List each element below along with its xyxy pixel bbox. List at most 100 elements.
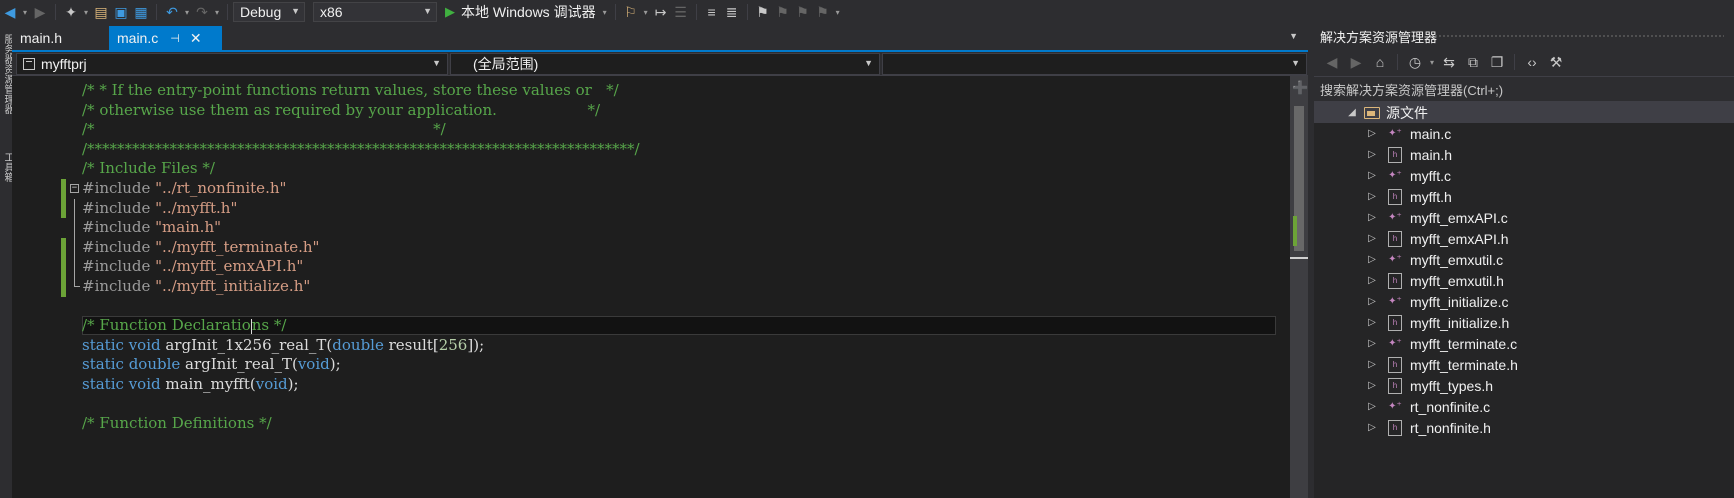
- show-all-files-icon[interactable]: ❐: [1485, 52, 1509, 72]
- collapsed-triangle-icon[interactable]: ▷: [1366, 359, 1378, 370]
- header-file-icon: h: [1388, 314, 1402, 331]
- collapsed-triangle-icon[interactable]: ▷: [1366, 275, 1378, 286]
- tabs-dropdown-icon[interactable]: ▼: [1289, 31, 1298, 41]
- platform-select[interactable]: x86 ▼: [313, 2, 437, 22]
- collapse-all-icon[interactable]: ⧉: [1461, 52, 1485, 72]
- file-label: myfft_types.h: [1410, 377, 1494, 394]
- tree-file-item[interactable]: ▷ ✦⁺ myfft_emxutil.c: [1314, 249, 1734, 270]
- collapsed-triangle-icon[interactable]: ▷: [1366, 296, 1378, 307]
- breakpoint-icon[interactable]: ☰: [671, 2, 691, 22]
- history-icon[interactable]: ◷: [1403, 52, 1427, 72]
- tree-file-item[interactable]: ▷ ✦⁺ myfft_terminate.c: [1314, 333, 1734, 354]
- header-file-icon: h: [1388, 419, 1402, 436]
- collapse-icon[interactable]: −: [70, 183, 79, 193]
- clear-bookmarks-icon[interactable]: ⚑: [813, 2, 833, 22]
- start-debug-button[interactable]: ▶ 本地 Windows 调试器 ▾: [445, 2, 610, 22]
- back-icon[interactable]: ◀: [0, 2, 20, 22]
- forward-icon[interactable]: ▶: [30, 2, 50, 22]
- code-text: static void argInit_1x256_real_T(double …: [82, 335, 485, 354]
- code-editor[interactable]: /* * If the entry-point functions return…: [12, 76, 1308, 498]
- tree-file-item[interactable]: ▷ h myfft_emxutil.h: [1314, 270, 1734, 291]
- solution-search-input[interactable]: 搜索解决方案资源管理器(Ctrl+;): [1314, 76, 1734, 102]
- next-bookmark-icon[interactable]: ⚑: [793, 2, 813, 22]
- collapsed-triangle-icon[interactable]: ▷: [1366, 338, 1378, 349]
- tab-main-h[interactable]: main.h: [12, 26, 109, 50]
- collapsed-triangle-icon[interactable]: ▷: [1366, 380, 1378, 391]
- collapsed-triangle-icon[interactable]: ▷: [1366, 401, 1378, 412]
- collapsed-triangle-icon[interactable]: ▷: [1366, 422, 1378, 433]
- tree-file-item[interactable]: ▷ h myfft_emxAPI.h: [1314, 228, 1734, 249]
- save-icon[interactable]: ▣: [111, 2, 131, 22]
- close-icon[interactable]: ✕: [190, 30, 202, 47]
- scope-select[interactable]: (全局范围) ▼: [450, 52, 880, 75]
- header-file-icon: h: [1388, 377, 1402, 394]
- tree-file-item[interactable]: ▷ ✦⁺ main.c: [1314, 123, 1734, 144]
- history-dropdown-icon[interactable]: ▾: [1427, 58, 1437, 67]
- sync-icon[interactable]: ⇆: [1437, 52, 1461, 72]
- collapsed-triangle-icon[interactable]: ▷: [1366, 233, 1378, 244]
- step-icon[interactable]: ↦: [651, 2, 671, 22]
- find-in-files-icon[interactable]: ⚐: [621, 2, 641, 22]
- vertical-scrollbar[interactable]: ➕: [1290, 76, 1308, 498]
- tree-file-item[interactable]: ▷ ✦⁺ myfft.c: [1314, 165, 1734, 186]
- collapsed-triangle-icon[interactable]: ▷: [1366, 254, 1378, 265]
- navigation-bar: myfftprj ▼ (全局范围) ▼ ▼: [12, 52, 1308, 76]
- new-project-icon[interactable]: ✦: [61, 2, 81, 22]
- undo-icon[interactable]: ↶: [162, 2, 182, 22]
- expanded-triangle-icon[interactable]: ◢: [1346, 107, 1358, 118]
- member-select[interactable]: ▼: [882, 52, 1307, 75]
- collapsed-triangle-icon[interactable]: ▷: [1366, 317, 1378, 328]
- save-all-icon[interactable]: ▦: [131, 2, 151, 22]
- folder-icon: [1364, 106, 1380, 119]
- tree-file-item[interactable]: ▷ ✦⁺ rt_nonfinite.c: [1314, 396, 1734, 417]
- find-dropdown-icon[interactable]: ▾: [641, 8, 651, 17]
- tree-file-item[interactable]: ▷ h main.h: [1314, 144, 1734, 165]
- collapsed-triangle-icon[interactable]: ▷: [1366, 149, 1378, 160]
- undo-dropdown-icon[interactable]: ▾: [182, 8, 192, 17]
- view-code-icon[interactable]: ‹›: [1520, 52, 1544, 72]
- project-select[interactable]: myfftprj ▼: [16, 52, 448, 75]
- tree-file-item[interactable]: ▷ h myfft_terminate.h: [1314, 354, 1734, 375]
- run-dropdown-icon[interactable]: ▾: [600, 8, 610, 17]
- collapsed-triangle-icon[interactable]: ▷: [1366, 191, 1378, 202]
- back-dropdown-icon[interactable]: ▾: [20, 8, 30, 17]
- toolbar-overflow-icon[interactable]: ▾: [833, 8, 843, 17]
- tree-file-item[interactable]: ▷ h myfft.h: [1314, 186, 1734, 207]
- tree-folder-source-files[interactable]: ◢ 源文件: [1314, 102, 1734, 123]
- collapsed-triangle-icon[interactable]: ▷: [1366, 212, 1378, 223]
- config-select[interactable]: Debug ▼: [233, 2, 305, 22]
- uncomment-icon[interactable]: ≣: [722, 2, 742, 22]
- left-tool-strip: 服务器资源管理器 工具箱: [0, 24, 13, 498]
- split-window-icon[interactable]: ➕: [1292, 80, 1308, 96]
- file-label: myfft_initialize.h: [1410, 314, 1510, 331]
- code-lines[interactable]: /* * If the entry-point functions return…: [36, 81, 1280, 434]
- solution-explorer-toolbar: ◀ ▶ ⌂ ◷ ▾ ⇆ ⧉ ❐ ‹› ⚒: [1314, 48, 1734, 76]
- properties-icon[interactable]: ⚒: [1544, 52, 1568, 72]
- c-source-file-icon: ✦⁺: [1388, 254, 1402, 265]
- comment-out-icon[interactable]: ≡: [702, 2, 722, 22]
- new-project-dropdown-icon[interactable]: ▾: [81, 8, 91, 17]
- tree-file-item[interactable]: ▷ h rt_nonfinite.h: [1314, 417, 1734, 438]
- header-file-icon: h: [1388, 356, 1402, 373]
- tree-file-item[interactable]: ▷ ✦⁺ myfft_emxAPI.c: [1314, 207, 1734, 228]
- file-label: main.h: [1410, 146, 1453, 163]
- redo-icon[interactable]: ↷: [192, 2, 212, 22]
- open-folder-icon[interactable]: ▤: [91, 2, 111, 22]
- redo-dropdown-icon[interactable]: ▾: [212, 8, 222, 17]
- back-icon[interactable]: ◀: [1320, 52, 1344, 72]
- bookmark-icon[interactable]: ⚑: [753, 2, 773, 22]
- code-text: #include "main.h": [82, 218, 222, 237]
- pin-icon[interactable]: ⊣: [170, 32, 180, 45]
- tab-main-c[interactable]: main.c ⊣ ✕: [109, 26, 222, 50]
- collapsed-triangle-icon[interactable]: ▷: [1366, 128, 1378, 139]
- tree-file-item[interactable]: ▷ ✦⁺ myfft_initialize.c: [1314, 291, 1734, 312]
- forward-icon[interactable]: ▶: [1344, 52, 1368, 72]
- tree-file-item[interactable]: ▷ h myfft_initialize.h: [1314, 312, 1734, 333]
- indicator-margin: [12, 76, 36, 498]
- home-icon[interactable]: ⌂: [1368, 52, 1392, 72]
- c-source-file-icon: ✦⁺: [1388, 212, 1402, 223]
- prev-bookmark-icon[interactable]: ⚑: [773, 2, 793, 22]
- tree-file-item[interactable]: ▷ h myfft_types.h: [1314, 375, 1734, 396]
- collapsed-triangle-icon[interactable]: ▷: [1366, 170, 1378, 181]
